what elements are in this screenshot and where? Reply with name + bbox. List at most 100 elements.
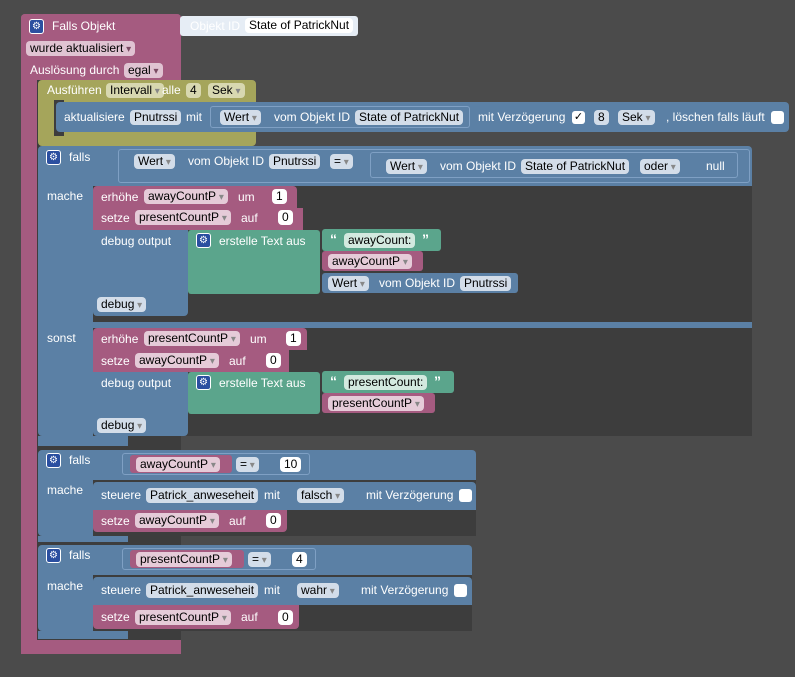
if2-with-label: mit bbox=[264, 488, 280, 502]
if1-do-label: mache bbox=[47, 189, 84, 203]
if2-var-dropdown[interactable]: awayCountP bbox=[136, 457, 220, 472]
if2-delay-checkbox[interactable] bbox=[459, 489, 472, 502]
object-id-label: Objekt ID bbox=[190, 19, 241, 33]
then-inc-label: erhöhe bbox=[101, 190, 139, 204]
update-var[interactable]: Pnutrssi bbox=[130, 110, 182, 125]
if3-gear-icon[interactable]: ⚙ bbox=[46, 548, 61, 563]
then-debug-level-dropdown[interactable]: debug bbox=[97, 297, 147, 312]
if3-set-var-dropdown[interactable]: presentCountP bbox=[135, 610, 231, 625]
if2-ctrl-object[interactable]: Patrick_anweseheit bbox=[146, 488, 259, 503]
on-object-event-footer bbox=[21, 640, 181, 654]
timer-interval-dropdown[interactable]: Intervall bbox=[106, 83, 164, 98]
if3-set-label: setze bbox=[101, 610, 130, 624]
update-delay-label: mit Verzögerung bbox=[478, 110, 566, 124]
update-delay-checkbox[interactable]: ✓ bbox=[572, 111, 585, 124]
else-open-quote-icon: “ bbox=[330, 373, 337, 389]
timer-every-value[interactable]: 4 bbox=[186, 83, 201, 98]
if2-to-label: auf bbox=[229, 514, 246, 528]
update-with-label: mit bbox=[186, 110, 202, 124]
else-inc-var-dropdown[interactable]: presentCountP bbox=[144, 331, 240, 346]
else-text-var-dropdown[interactable]: presentCountP bbox=[328, 396, 424, 411]
if1-null-label: null bbox=[706, 159, 725, 173]
else-by-value[interactable]: 1 bbox=[286, 331, 301, 346]
if2-set-var-dropdown[interactable]: awayCountP bbox=[135, 513, 219, 528]
if3-ctrl-value-dropdown[interactable]: wahr bbox=[297, 583, 339, 598]
update-object-field[interactable]: State of PatrickNut bbox=[355, 110, 464, 125]
update-label: aktualisiere bbox=[64, 110, 125, 124]
else-text-label: erstelle Text aus bbox=[219, 376, 306, 390]
else-debug-level-dropdown[interactable]: debug bbox=[97, 418, 147, 433]
if1-footer bbox=[38, 436, 128, 446]
update-of-object-label: vom Objekt ID bbox=[274, 110, 351, 124]
then-set-var-dropdown[interactable]: presentCountP bbox=[135, 210, 231, 225]
else-set-var-dropdown[interactable]: awayCountP bbox=[135, 353, 219, 368]
event-title: Falls Objekt bbox=[52, 19, 116, 33]
if3-var-dropdown[interactable]: presentCountP bbox=[136, 552, 232, 567]
if1-right-value-dropdown[interactable]: Wert bbox=[386, 159, 427, 174]
then-text-value-dropdown[interactable]: Wert bbox=[328, 276, 369, 291]
then-by-label: um bbox=[238, 190, 255, 204]
if1-else-label: sonst bbox=[47, 331, 76, 345]
else-text-string[interactable]: presentCount: bbox=[344, 375, 428, 390]
if2-delay-label: mit Verzögerung bbox=[366, 488, 454, 502]
update-delay-value[interactable]: 8 bbox=[594, 110, 609, 125]
if3-if-label: falls bbox=[69, 548, 91, 562]
else-text-gear-icon[interactable]: ⚙ bbox=[196, 375, 211, 390]
if3-value[interactable]: 4 bbox=[292, 552, 307, 567]
timer-run-label: Ausführen bbox=[47, 83, 102, 97]
else-to-value[interactable]: 0 bbox=[266, 353, 281, 368]
if2-to-value[interactable]: 0 bbox=[266, 513, 281, 528]
then-text-string[interactable]: awayCount: bbox=[344, 233, 416, 248]
then-debug-label: debug output bbox=[101, 234, 172, 248]
then-set-label: setze bbox=[101, 211, 130, 225]
if1-left-of-label: vom Objekt ID bbox=[188, 154, 265, 168]
if2-operator-dropdown[interactable]: = bbox=[236, 457, 259, 472]
if1-left-object[interactable]: Pnutrssi bbox=[269, 154, 321, 169]
then-inc-var-dropdown[interactable]: awayCountP bbox=[144, 189, 228, 204]
then-to-label: auf bbox=[241, 211, 258, 225]
then-text-label: erstelle Text aus bbox=[219, 234, 306, 248]
then-to-value[interactable]: 0 bbox=[278, 210, 293, 225]
if2-set-label: setze bbox=[101, 514, 130, 528]
timer-unit-dropdown[interactable]: Sek bbox=[208, 83, 245, 98]
if2-gear-icon[interactable]: ⚙ bbox=[46, 453, 61, 468]
else-to-label: auf bbox=[229, 354, 246, 368]
else-set-label: setze bbox=[101, 354, 130, 368]
if1-right-of-label: vom Objekt ID bbox=[440, 159, 517, 173]
if1-or-dropdown[interactable]: oder bbox=[640, 159, 680, 174]
update-delay-unit-dropdown[interactable]: Sek bbox=[618, 110, 655, 125]
if1-right-object[interactable]: State of PatrickNut bbox=[521, 159, 630, 174]
update-clear-checkbox[interactable] bbox=[771, 111, 784, 124]
if2-value[interactable]: 10 bbox=[280, 457, 302, 472]
if2-do-label: mache bbox=[47, 483, 84, 497]
if3-with-label: mit bbox=[264, 583, 280, 597]
if1-left-value-dropdown[interactable]: Wert bbox=[134, 154, 175, 169]
then-by-value[interactable]: 1 bbox=[272, 189, 287, 204]
if3-delay-checkbox[interactable] bbox=[454, 584, 467, 597]
then-text-object[interactable]: Pnutrssi bbox=[460, 276, 512, 291]
if2-ctrl-label: steuere bbox=[101, 488, 142, 502]
event-gear-icon[interactable]: ⚙ bbox=[29, 19, 44, 34]
else-inc-label: erhöhe bbox=[101, 332, 139, 346]
updated-dropdown[interactable]: wurde aktualisiert bbox=[26, 41, 136, 56]
if3-to-value[interactable]: 0 bbox=[278, 610, 293, 625]
if3-ctrl-object[interactable]: Patrick_anweseheit bbox=[146, 583, 259, 598]
if2-footer bbox=[38, 536, 128, 542]
if3-operator-dropdown[interactable]: = bbox=[248, 552, 271, 567]
if3-delay-label: mit Verzögerung bbox=[361, 583, 449, 597]
if1-operator-dropdown[interactable]: = bbox=[330, 154, 353, 169]
if2-if-label: falls bbox=[69, 453, 91, 467]
else-close-quote-icon: ” bbox=[434, 373, 441, 389]
then-close-quote-icon: ” bbox=[422, 231, 429, 247]
if3-to-label: auf bbox=[241, 610, 258, 624]
if3-do-label: mache bbox=[47, 579, 84, 593]
if1-gear-icon[interactable]: ⚙ bbox=[46, 150, 61, 165]
if2-ctrl-value-dropdown[interactable]: falsch bbox=[297, 488, 345, 503]
timer-every-label: alle bbox=[162, 83, 181, 97]
if3-ctrl-label: steuere bbox=[101, 583, 142, 597]
update-value-dropdown[interactable]: Wert bbox=[220, 110, 261, 125]
object-id-value[interactable]: State of PatrickNut bbox=[245, 18, 354, 33]
then-text-var-dropdown[interactable]: awayCountP bbox=[328, 254, 412, 269]
then-text-gear-icon[interactable]: ⚙ bbox=[196, 233, 211, 248]
trigger-dropdown[interactable]: egal bbox=[124, 63, 163, 78]
